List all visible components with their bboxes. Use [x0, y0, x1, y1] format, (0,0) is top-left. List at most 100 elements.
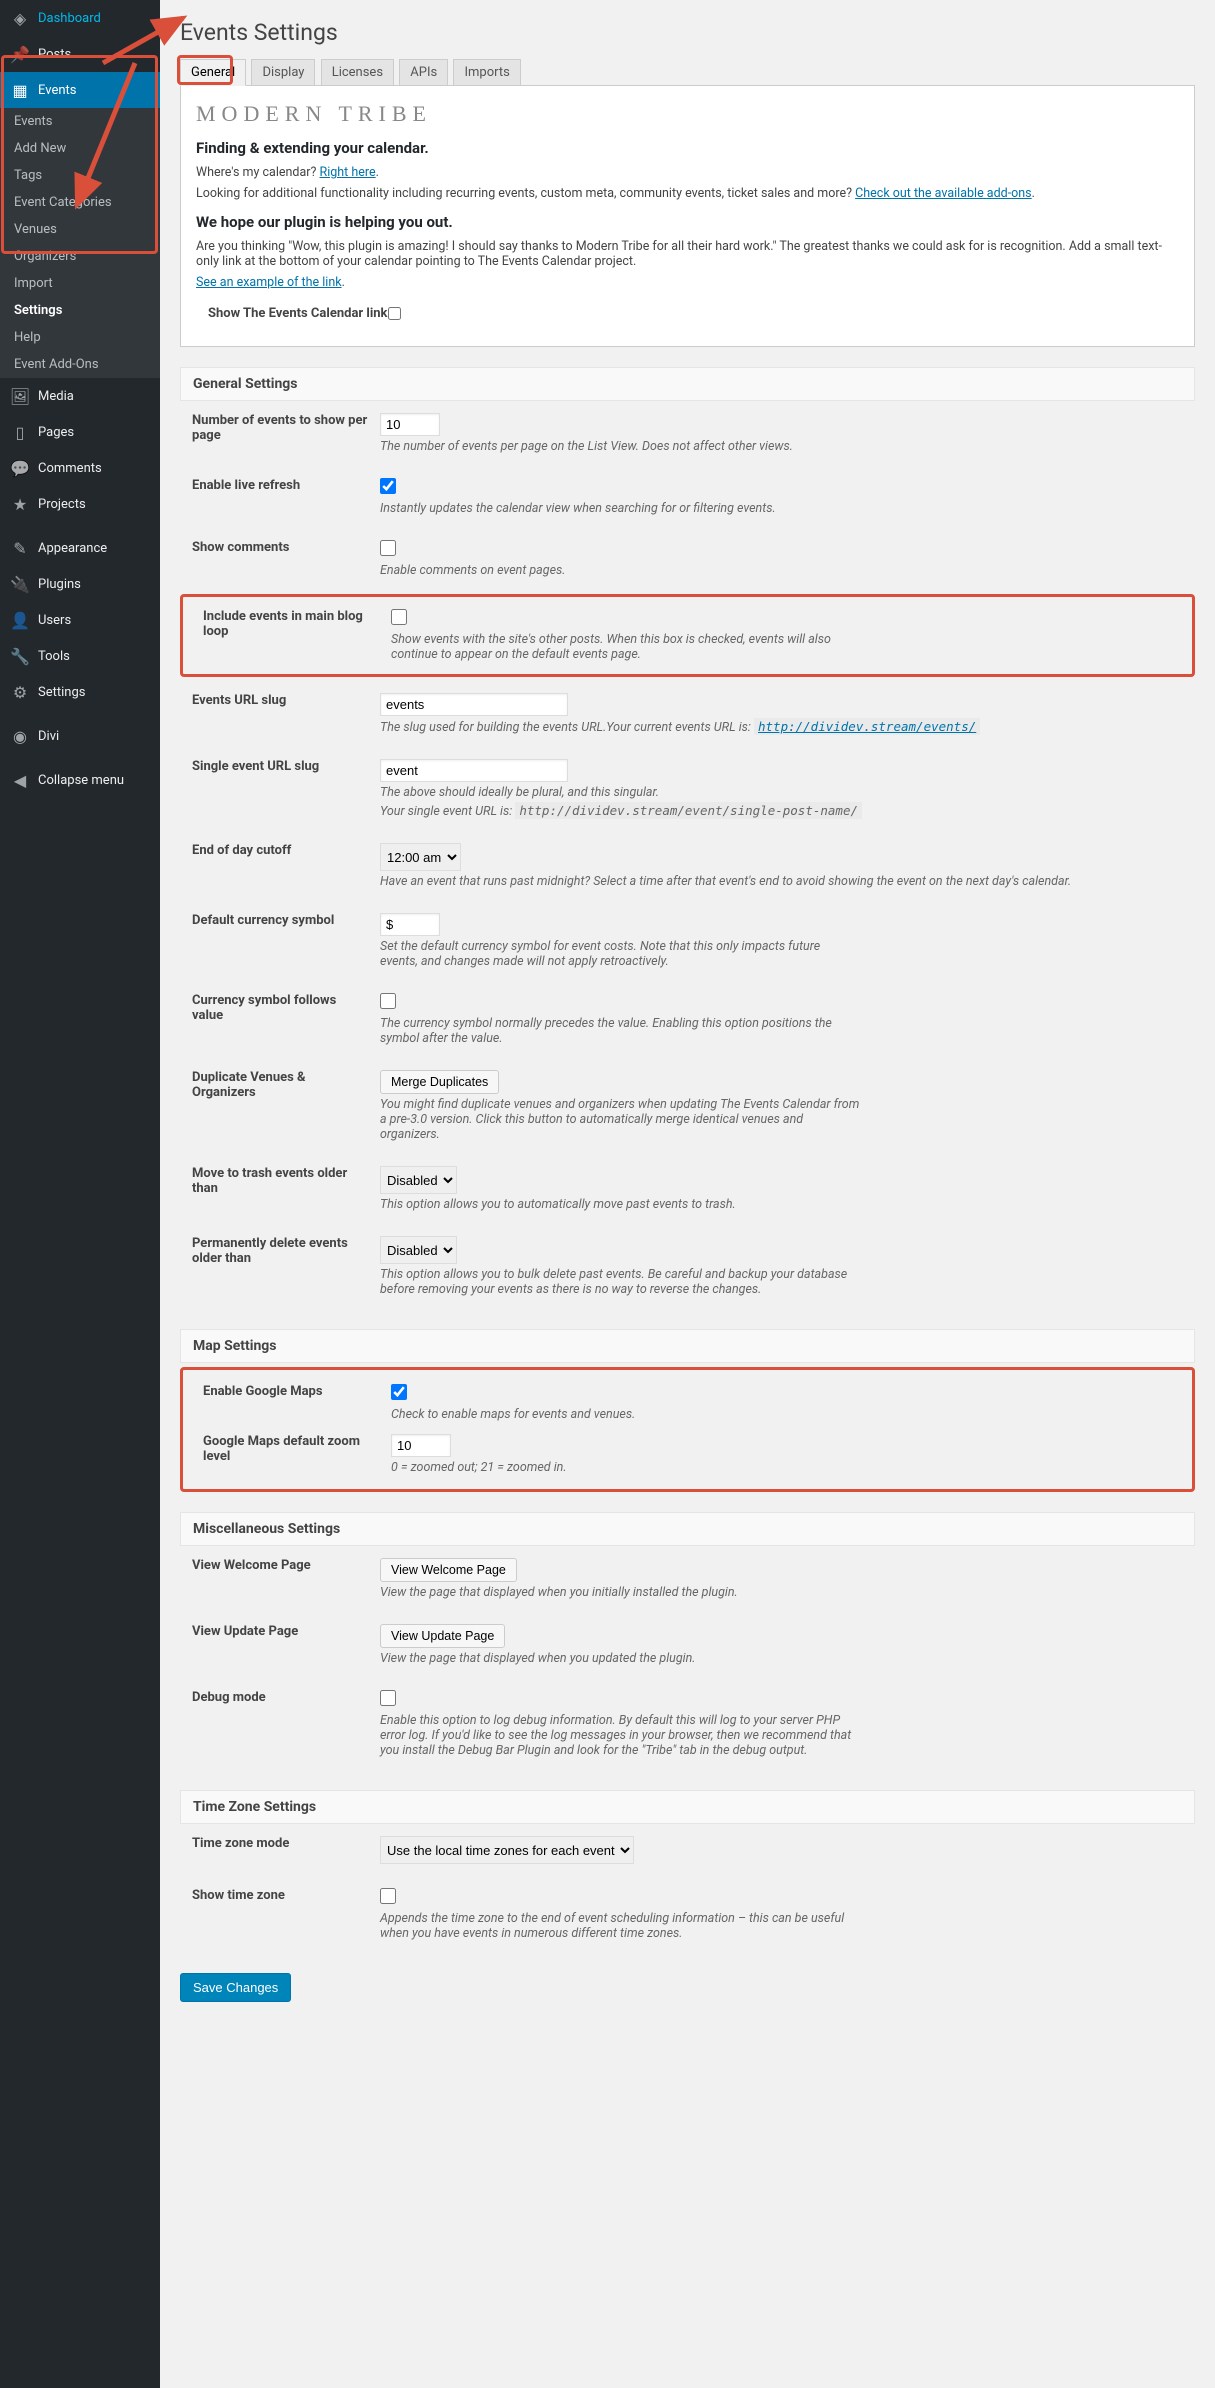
field-label: View Update Page — [180, 1624, 380, 1666]
misc-settings-header: Miscellaneous Settings — [180, 1512, 1195, 1546]
field-label: Events URL slug — [180, 693, 380, 735]
show-tz-checkbox[interactable] — [380, 1888, 396, 1904]
sidebar-label: Dashboard — [38, 11, 101, 26]
sidebar-collapse[interactable]: ◀Collapse menu — [0, 762, 160, 798]
single-slug-input[interactable] — [380, 759, 568, 782]
submenu-addons[interactable]: Event Add-Ons — [0, 351, 160, 378]
sidebar-media[interactable]: 🖼Media — [0, 378, 160, 414]
general-settings-header: General Settings — [180, 367, 1195, 401]
sidebar-divi[interactable]: ◉ Divi — [0, 718, 160, 754]
sidebar-label: Pages — [38, 425, 74, 440]
right-here-link[interactable]: Right here — [320, 165, 376, 180]
sidebar-posts[interactable]: 📌Posts — [0, 36, 160, 72]
intro-panel: MODERN TRIBE Finding & extending your ca… — [180, 86, 1195, 347]
url-slug-input[interactable] — [380, 693, 568, 716]
sidebar-appearance[interactable]: ✎Appearance — [0, 530, 160, 566]
submenu-import[interactable]: Import — [0, 270, 160, 297]
row-delete: Permanently delete events older than Dis… — [180, 1224, 1195, 1309]
sidebar-comments[interactable]: 💬Comments — [0, 450, 160, 486]
trash-select[interactable]: Disabled — [380, 1166, 457, 1194]
field-label: Include events in main blog loop — [191, 609, 391, 662]
tab-apis[interactable]: APIs — [399, 59, 448, 86]
field-desc: The number of events per page on the Lis… — [380, 439, 860, 454]
blog-loop-checkbox[interactable] — [391, 609, 407, 625]
modern-tribe-logo: MODERN TRIBE — [196, 101, 1179, 127]
eod-select[interactable]: 12:00 am — [380, 843, 461, 871]
sidebar-plugins[interactable]: 🔌Plugins — [0, 566, 160, 602]
field-desc: View the page that displayed when you in… — [380, 1585, 860, 1600]
delete-select[interactable]: Disabled — [380, 1236, 457, 1264]
tab-imports[interactable]: Imports — [453, 59, 520, 86]
sidebar-label: Projects — [38, 497, 86, 512]
addons-link[interactable]: Check out the available add-ons — [855, 186, 1032, 201]
sidebar-label: Tools — [38, 649, 70, 664]
sidebar-label: Divi — [38, 729, 59, 744]
currency-follows-checkbox[interactable] — [380, 993, 396, 1009]
sidebar-label: Plugins — [38, 577, 81, 592]
row-enable-maps: Enable Google Maps Check to enable maps … — [191, 1378, 1184, 1428]
field-label: Default currency symbol — [180, 913, 380, 969]
submenu-events[interactable]: Events — [0, 108, 160, 135]
field-desc: Show events with the site's other posts.… — [391, 632, 871, 662]
see-example-link[interactable]: See an example of the link — [196, 275, 342, 290]
view-update-button[interactable]: View Update Page — [380, 1624, 505, 1648]
sidebar-users[interactable]: 👤Users — [0, 602, 160, 638]
sidebar-settings[interactable]: ⚙Settings — [0, 674, 160, 710]
field-label: Enable Google Maps — [191, 1384, 391, 1422]
field-label: Duplicate Venues & Organizers — [180, 1070, 380, 1142]
field-desc: Instantly updates the calendar view when… — [380, 501, 860, 516]
admin-sidebar: ◈ Dashboard 📌Posts ▦Events Events Add New… — [0, 0, 160, 2388]
show-link-checkbox[interactable] — [388, 307, 401, 320]
currency-input[interactable] — [380, 913, 440, 936]
tab-general[interactable]: General — [180, 59, 246, 86]
row-update: View Update Page View Update Page View t… — [180, 1612, 1195, 1678]
tab-licenses[interactable]: Licenses — [321, 59, 394, 86]
sidebar-pages[interactable]: ▯Pages — [0, 414, 160, 450]
live-refresh-checkbox[interactable] — [380, 478, 396, 494]
submenu-venues[interactable]: Venues — [0, 216, 160, 243]
sidebar-events[interactable]: ▦Events — [0, 72, 160, 108]
zoom-input[interactable] — [391, 1434, 451, 1457]
save-changes-button[interactable]: Save Changes — [180, 1973, 291, 2002]
show-comments-checkbox[interactable] — [380, 540, 396, 556]
field-label: End of day cutoff — [180, 843, 380, 889]
num-events-input[interactable] — [380, 413, 440, 436]
submenu-help[interactable]: Help — [0, 324, 160, 351]
dashboard-icon: ◈ — [10, 8, 30, 28]
sidebar-label: Collapse menu — [38, 773, 124, 788]
submenu-settings[interactable]: Settings — [0, 297, 160, 324]
calendar-icon: ▦ — [10, 80, 30, 100]
page-title: Events Settings — [180, 10, 1195, 50]
submenu-organizers[interactable]: Organizers — [0, 243, 160, 270]
events-url-link[interactable]: http://dividev.stream/events/ — [754, 718, 980, 735]
enable-maps-checkbox[interactable] — [391, 1384, 407, 1400]
users-icon: 👤 — [10, 610, 30, 630]
row-eod: End of day cutoff 12:00 am Have an event… — [180, 831, 1195, 901]
field-desc: View the page that displayed when you up… — [380, 1651, 860, 1666]
sidebar-dashboard[interactable]: ◈ Dashboard — [0, 0, 160, 36]
sidebar-tools[interactable]: 🔧Tools — [0, 638, 160, 674]
submenu-tags[interactable]: Tags — [0, 162, 160, 189]
merge-duplicates-button[interactable]: Merge Duplicates — [380, 1070, 499, 1094]
looking-text: Looking for additional functionality inc… — [196, 186, 852, 201]
submenu-add-new[interactable]: Add New — [0, 135, 160, 162]
tz-mode-select[interactable]: Use the local time zones for each event — [380, 1836, 634, 1864]
divi-icon: ◉ — [10, 726, 30, 746]
media-icon: 🖼 — [10, 386, 30, 406]
tab-display[interactable]: Display — [251, 59, 315, 86]
debug-checkbox[interactable] — [380, 1690, 396, 1706]
field-label: Debug mode — [180, 1690, 380, 1758]
debug-bar-link[interactable]: Debug Bar Plugin — [458, 1743, 551, 1758]
submenu-categories[interactable]: Event Categories — [0, 189, 160, 216]
row-welcome: View Welcome Page View Welcome Page View… — [180, 1546, 1195, 1612]
field-label: Show time zone — [180, 1888, 380, 1941]
field-label: Currency symbol follows value — [180, 993, 380, 1046]
field-label: Show comments — [180, 540, 380, 578]
field-desc: Check to enable maps for events and venu… — [391, 1407, 871, 1422]
field-label: Move to trash events older than — [180, 1166, 380, 1212]
thank-text: Are you thinking "Wow, this plugin is am… — [196, 239, 1179, 269]
sidebar-projects[interactable]: ★Projects — [0, 486, 160, 522]
view-welcome-button[interactable]: View Welcome Page — [380, 1558, 517, 1582]
sidebar-label: Comments — [38, 461, 102, 476]
highlight-map-box: Enable Google Maps Check to enable maps … — [180, 1367, 1195, 1492]
